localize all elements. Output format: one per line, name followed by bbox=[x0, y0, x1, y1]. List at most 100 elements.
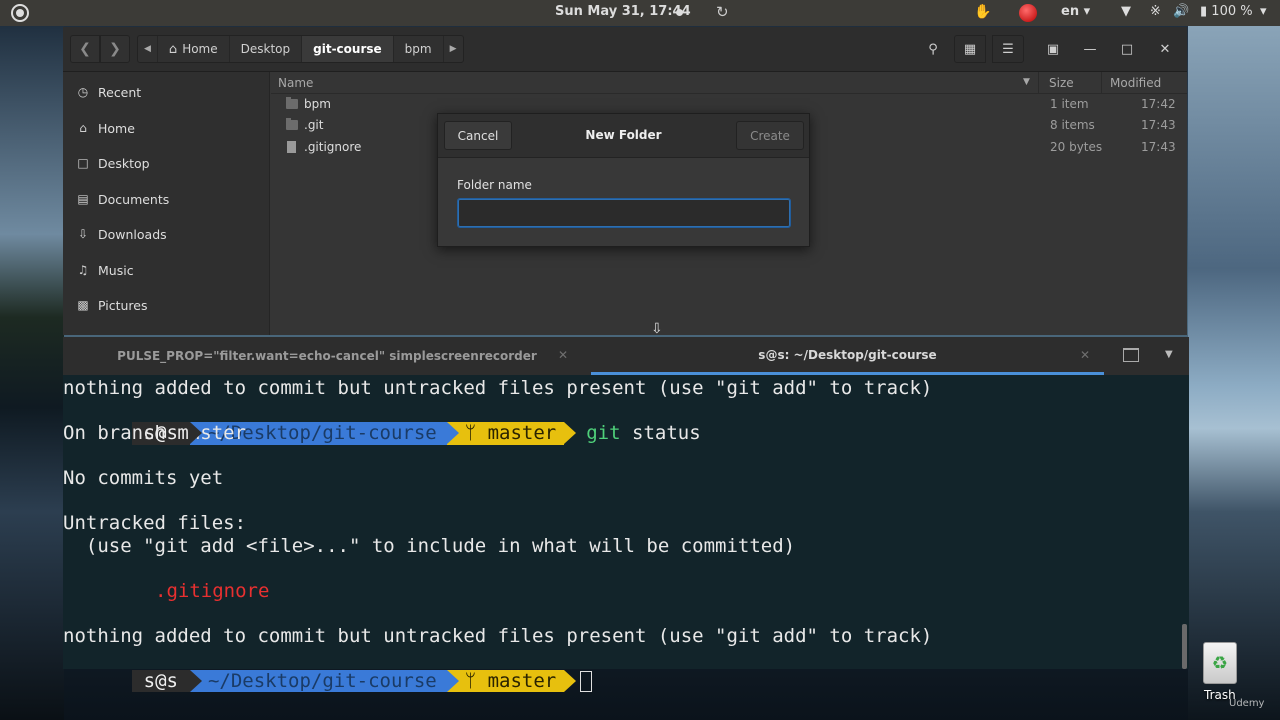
volume-icon[interactable]: 🔊 bbox=[1173, 4, 1189, 19]
column-name[interactable]: Name bbox=[278, 76, 313, 90]
back-button[interactable]: ❮ bbox=[70, 35, 100, 63]
top-panel: Sun May 31, 17:44 ↻ ✋ en ▾ ▼ ※ 🔊 ▮ 100 %… bbox=[0, 0, 1280, 26]
path-left-arrow[interactable]: ◀ bbox=[138, 36, 158, 62]
language-indicator[interactable]: en ▾ bbox=[1061, 4, 1090, 19]
activities-icon[interactable] bbox=[11, 4, 29, 22]
sidebar-item-recent[interactable]: ◷ Recent bbox=[75, 82, 141, 102]
prompt-arrow bbox=[189, 422, 202, 444]
terminal-window: PULSE_PROP="filter.want=echo-cancel" sim… bbox=[63, 337, 1189, 692]
sidebar-item-downloads[interactable]: ⇩ Downloads bbox=[75, 224, 167, 244]
sidebar-item-label: Desktop bbox=[98, 155, 150, 171]
command-git: git bbox=[586, 422, 621, 444]
sidebar-item-home[interactable]: ⌂ Home bbox=[75, 118, 135, 138]
terminal-tab-active[interactable]: s@s: ~/Desktop/git-course bbox=[591, 337, 1104, 375]
column-modified[interactable]: Modified bbox=[1110, 76, 1161, 90]
terminal-line: (use "git add <file>..." to include in w… bbox=[63, 534, 796, 557]
battery-icon: ▮ bbox=[1200, 4, 1208, 19]
sidebar-item-documents[interactable]: ▤ Documents bbox=[75, 189, 169, 209]
home-icon: ⌂ bbox=[168, 41, 178, 57]
terminal-line: nothing added to commit but untracked fi… bbox=[63, 377, 933, 399]
wifi-icon[interactable]: ▼ bbox=[1121, 4, 1131, 19]
file-name: bpm bbox=[304, 97, 331, 111]
close-tab-icon[interactable]: ✕ bbox=[1080, 348, 1090, 362]
column-divider bbox=[1101, 72, 1102, 94]
crumb-home[interactable]: ⌂ Home bbox=[158, 36, 230, 62]
hamburger-icon: ☰ bbox=[1002, 41, 1014, 57]
chevron-left-icon: ❮ bbox=[79, 41, 91, 57]
column-divider bbox=[1038, 72, 1039, 94]
watermark: Udemy bbox=[1229, 698, 1265, 709]
minimize-icon: — bbox=[1083, 41, 1097, 57]
sidebar-item-label: Home bbox=[98, 120, 135, 136]
prompt-branch: ᛘ master bbox=[446, 669, 577, 692]
prompt-path-text: ~/Desktop/git-course bbox=[207, 669, 437, 692]
power-icon[interactable]: ▾ bbox=[1260, 4, 1267, 19]
terminal-output[interactable]: nothing added to commit but untracked fi… bbox=[63, 377, 1181, 692]
create-button[interactable]: Create bbox=[736, 121, 804, 150]
clock-icon: ◷ bbox=[77, 85, 89, 99]
close-icon: ✕ bbox=[1159, 41, 1171, 57]
bluetooth-icon[interactable]: ※ bbox=[1150, 4, 1161, 19]
battery-indicator[interactable]: ▮ 100 % bbox=[1200, 4, 1253, 19]
folder-name-input[interactable] bbox=[457, 198, 791, 228]
sidebar-item-label: Downloads bbox=[98, 226, 167, 242]
command-args: status bbox=[620, 422, 701, 444]
search-button[interactable]: ⚲ bbox=[917, 35, 949, 63]
path-right-arrow[interactable]: ▶ bbox=[444, 36, 463, 62]
file-modified: 17:42 bbox=[1141, 97, 1176, 111]
prompt-branch: ᛘ master bbox=[446, 422, 577, 445]
forward-button[interactable]: ❯ bbox=[100, 35, 130, 63]
sidebar-item-desktop[interactable]: □ Desktop bbox=[75, 153, 150, 173]
new-folder-dialog: Cancel New Folder Create Folder name bbox=[437, 113, 810, 247]
clock[interactable]: Sun May 31, 17:44 bbox=[555, 4, 691, 19]
file-size: 1 item bbox=[1050, 97, 1089, 111]
refresh-icon[interactable]: ↻ bbox=[716, 3, 729, 21]
file-manager-header: ❮ ❯ ◀ ⌂ Home Desktop git-course bpm ▶ ⚲ ▦… bbox=[63, 27, 1187, 72]
text-file-icon bbox=[287, 141, 296, 153]
column-size[interactable]: Size bbox=[1049, 76, 1074, 90]
trash-icon[interactable]: ♻ bbox=[1203, 642, 1237, 684]
terminal-scrollbar[interactable] bbox=[1182, 624, 1187, 669]
folder-icon bbox=[286, 118, 298, 130]
terminal-prompt-line: s@s ~/Desktop/git-course ᛘ master git statu… bbox=[63, 400, 701, 445]
grid-icon: ▦ bbox=[963, 41, 977, 57]
tabs-menu-icon[interactable]: ▼ bbox=[1165, 349, 1173, 360]
prompt-path: ~/Desktop/git-course bbox=[189, 669, 459, 692]
file-row[interactable]: bpm 1 item 17:42 bbox=[271, 94, 1187, 115]
new-tab-icon[interactable] bbox=[1123, 348, 1139, 362]
sort-arrow-icon[interactable]: ▼ bbox=[1023, 77, 1030, 87]
folder-name-label: Folder name bbox=[457, 178, 532, 192]
window-icon: ▣ bbox=[1046, 41, 1060, 57]
path-bar: ◀ ⌂ Home Desktop git-course bpm ▶ bbox=[137, 35, 464, 63]
view-toggle-button[interactable]: ▦ bbox=[954, 35, 986, 63]
prompt-user-text: s@s bbox=[143, 669, 178, 692]
prompt-arrow bbox=[446, 422, 459, 444]
minimize-button[interactable]: — bbox=[1074, 35, 1106, 63]
terminal-tab[interactable]: PULSE_PROP="filter.want=echo-cancel" sim… bbox=[63, 337, 591, 375]
crumb-git-course[interactable]: git-course bbox=[302, 36, 394, 62]
terminal-line: No commits yet bbox=[63, 467, 224, 489]
file-modified: 17:43 bbox=[1141, 118, 1176, 132]
crumb-bpm[interactable]: bpm bbox=[394, 36, 444, 62]
crumb-desktop[interactable]: Desktop bbox=[230, 36, 303, 62]
menu-button[interactable]: ☰ bbox=[992, 35, 1024, 63]
sidebar-item-music[interactable]: ♫ Music bbox=[75, 260, 134, 280]
close-button[interactable]: ✕ bbox=[1149, 35, 1181, 63]
file-name: .gitignore bbox=[304, 140, 362, 154]
window-tile-button[interactable]: ▣ bbox=[1037, 35, 1069, 63]
download-icon: ⇩ bbox=[77, 227, 89, 241]
terminal-tab-bar: PULSE_PROP="filter.want=echo-cancel" sim… bbox=[63, 337, 1189, 375]
crumb-home-label: Home bbox=[182, 42, 218, 56]
sidebar-item-pictures[interactable]: ▩ Pictures bbox=[75, 295, 147, 315]
prompt-user: s@s bbox=[131, 669, 202, 692]
terminal-cursor bbox=[580, 670, 593, 692]
record-icon[interactable] bbox=[1019, 4, 1037, 22]
file-name: .git bbox=[304, 118, 324, 132]
close-tab-icon[interactable]: ✕ bbox=[558, 348, 568, 362]
hand-icon[interactable]: ✋ bbox=[974, 4, 991, 20]
prompt-arrow bbox=[564, 422, 577, 444]
wallpaper-left bbox=[0, 26, 64, 720]
maximize-button[interactable]: □ bbox=[1111, 35, 1143, 63]
file-modified: 17:43 bbox=[1141, 140, 1176, 154]
chevron-right-icon: ❯ bbox=[109, 41, 121, 57]
